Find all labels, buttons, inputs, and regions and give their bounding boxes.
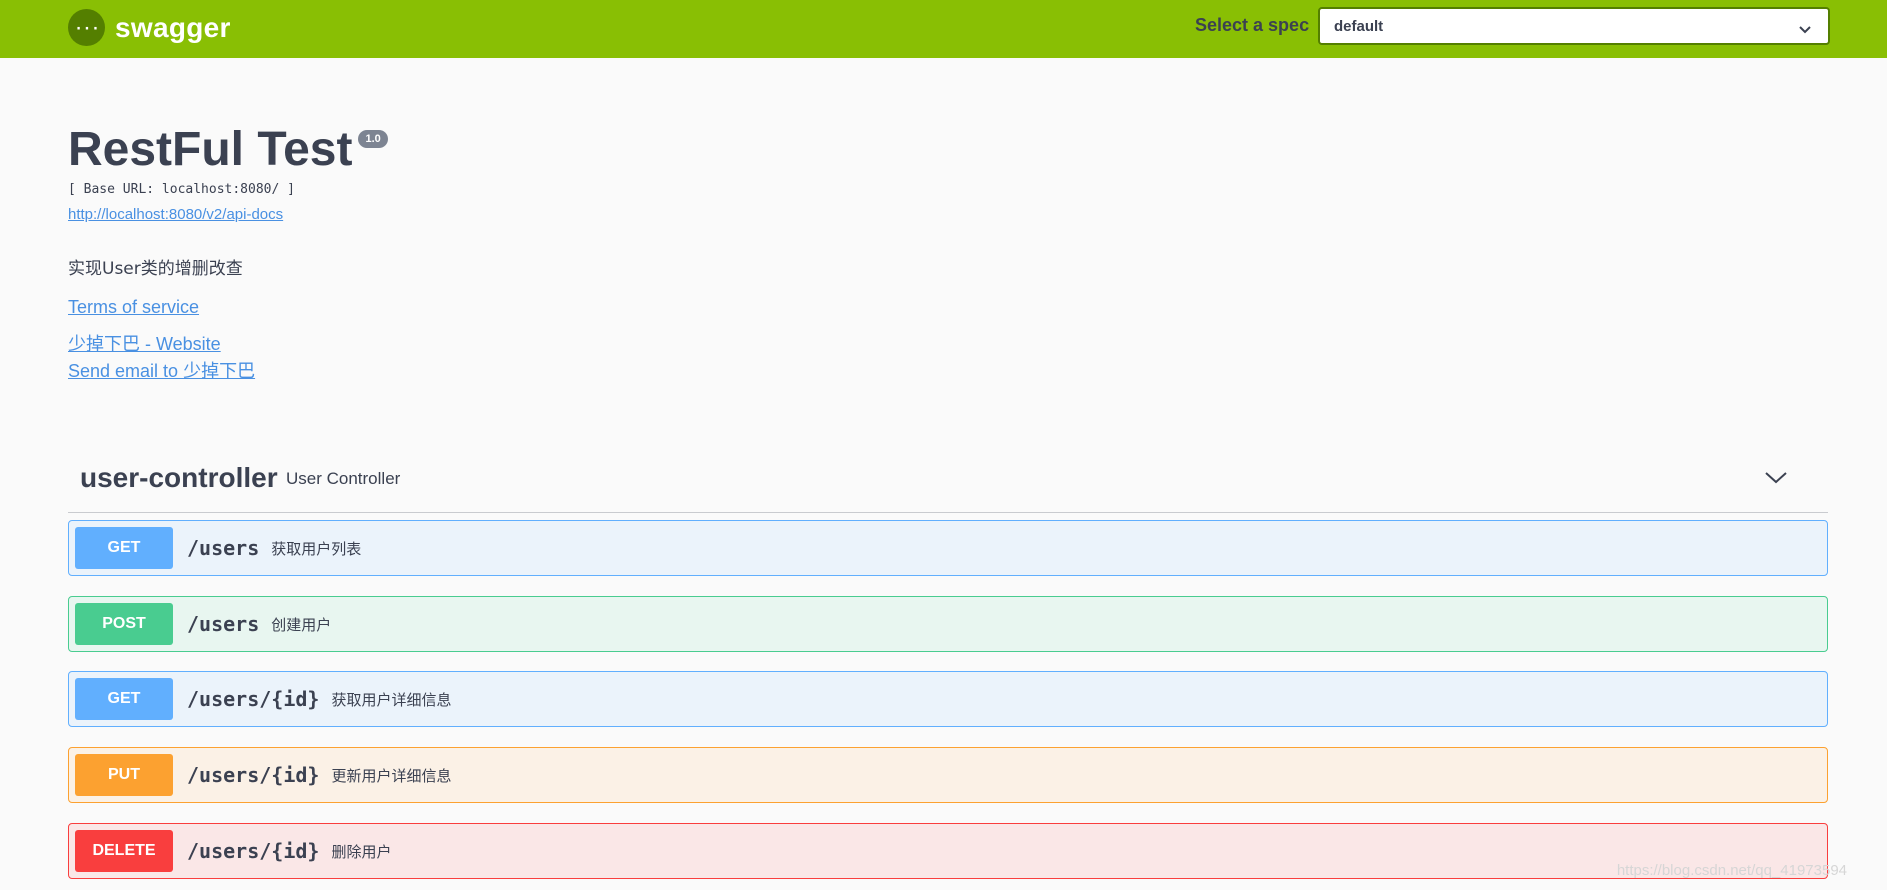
base-url: [ Base URL: localhost:8080/ ] [68,182,295,197]
tag-description: User Controller [286,469,401,488]
operation-summary: 更新用户详细信息 [331,766,452,785]
watermark: https://blog.csdn.net/qq_41973594 [1616,862,1847,879]
terms-of-service-link[interactable]: Terms of service [68,297,199,318]
operation-path: /users/{id} [187,839,320,863]
spec-selected-value: default [1334,17,1384,35]
chevron-down-icon[interactable] [1764,470,1788,490]
operation-path: /users/{id} [187,687,320,711]
svg-text:{···}: {···} [74,21,100,37]
operation-summary: 获取用户列表 [271,539,362,558]
version-badge: 1.0 [358,130,388,148]
api-docs-link[interactable]: http://localhost:8080/v2/api-docs [68,206,283,223]
api-info: RestFul Test 1.0 [68,120,388,180]
email-link[interactable]: Send email to 少掉下巴 [68,357,255,383]
spec-select[interactable]: default [1318,7,1830,45]
operation-get-users[interactable]: GET /users 获取用户列表 [68,520,1828,576]
tag-name: user-controller [80,462,278,493]
website-link[interactable]: 少掉下巴 - Website [68,330,221,356]
operation-put-user-by-id[interactable]: PUT /users/{id} 更新用户详细信息 [68,747,1828,803]
api-description: 实现User类的增删改查 [68,259,243,279]
topbar: {···} swagger Select a spec default [0,0,1887,58]
operation-post-users[interactable]: POST /users 创建用户 [68,596,1828,652]
swagger-logo[interactable]: {···} swagger [68,9,231,46]
method-badge: DELETE [75,830,173,872]
chevron-down-icon [1798,20,1812,39]
operation-summary: 删除用户 [331,842,392,861]
operation-get-user-by-id[interactable]: GET /users/{id} 获取用户详细信息 [68,671,1828,727]
operation-path: /users [187,612,260,636]
swagger-braces-icon: {···} [68,9,105,46]
operation-path: /users/{id} [187,763,320,787]
operation-summary: 创建用户 [271,615,332,634]
method-badge: GET [75,678,173,720]
method-badge: PUT [75,754,173,796]
method-badge: GET [75,527,173,569]
operation-summary: 获取用户详细信息 [331,690,452,709]
method-badge: POST [75,603,173,645]
tag-header-user-controller[interactable]: user-controller User Controller [68,452,1828,513]
operation-path: /users [187,536,260,560]
operation-delete-user-by-id[interactable]: DELETE /users/{id} 删除用户 [68,823,1828,879]
page-title: RestFul Test [68,123,353,176]
brand-name: swagger [115,11,231,43]
spec-label: Select a spec [1195,15,1310,35]
